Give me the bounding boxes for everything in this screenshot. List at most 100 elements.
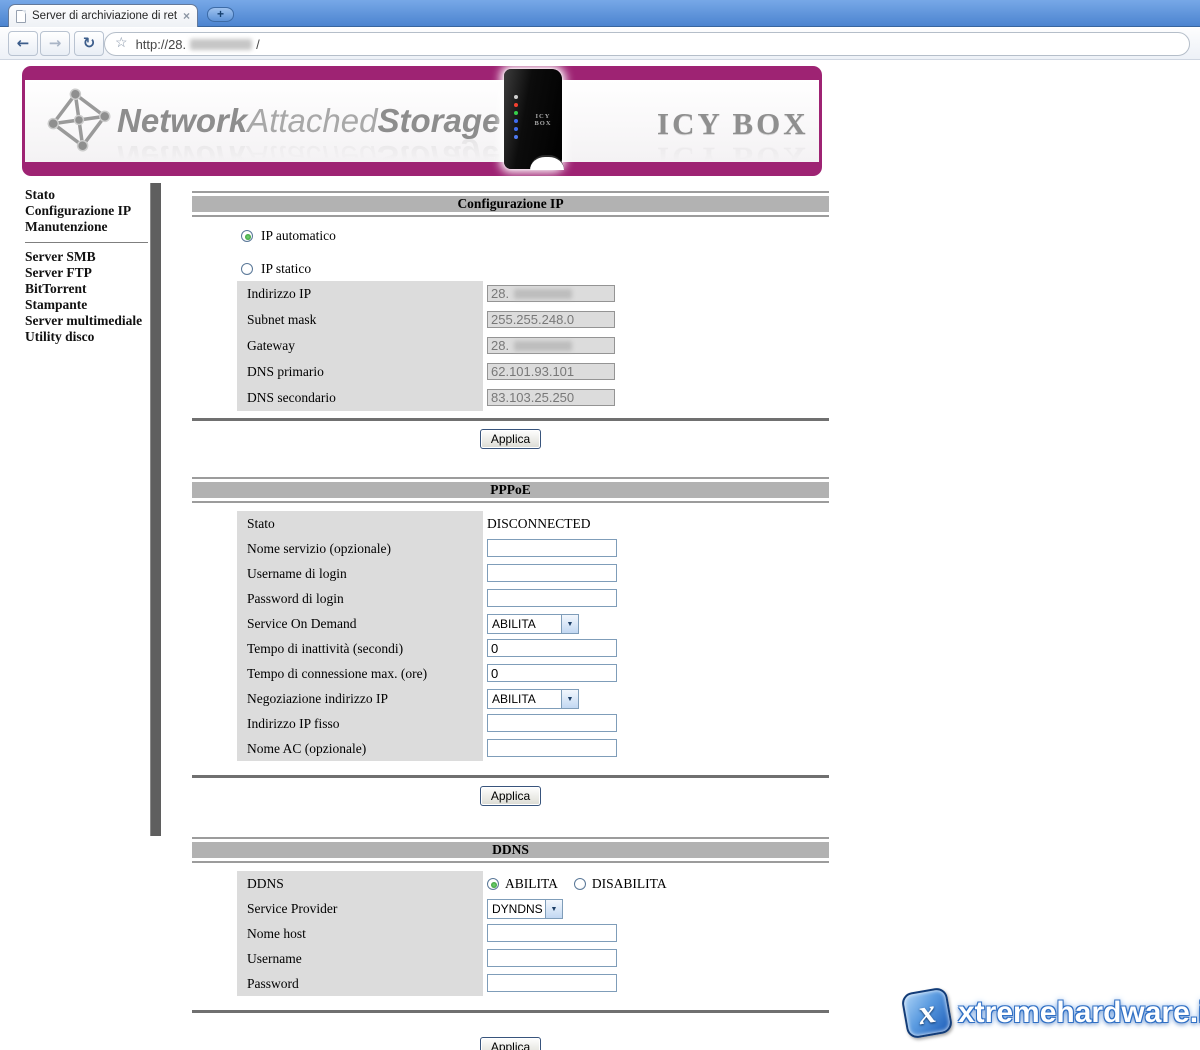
radio-unselected-icon[interactable] [241, 263, 253, 275]
xtremehardware-watermark: x xtremehardware.it [898, 986, 1198, 1046]
divider-line [192, 861, 829, 863]
browser-window: Server di archiviazione di ret... × + ← … [0, 0, 1200, 1050]
site-banner: NetworkAttachedStorage NetworkAttachedSt… [22, 66, 822, 176]
select-value: ABILITA [488, 690, 561, 708]
service-on-demand-select[interactable]: ABILITA▼ [487, 614, 579, 634]
table-row-username: Username [237, 946, 829, 971]
tempo-di-connessione-max-ore-input[interactable] [487, 664, 617, 682]
browser-toolbar: ← → ↻ ☆ http://28. / [0, 28, 1200, 60]
radio-ip-statico[interactable]: IP statico [241, 262, 829, 275]
led-icon [514, 135, 518, 139]
chevron-down-icon[interactable]: ▼ [561, 615, 578, 633]
row-label: Username di login [237, 561, 483, 586]
indirizzo-ip-fisso-input[interactable] [487, 714, 617, 732]
service-provider-select[interactable]: DYNDNS▼ [487, 899, 563, 919]
input-wrap [487, 311, 615, 329]
table-row-nome-host: Nome host [237, 921, 829, 946]
password-di-login-input[interactable] [487, 589, 617, 607]
sidebar-item-stampante[interactable]: Stampante [25, 297, 151, 313]
chevron-down-icon[interactable]: ▼ [561, 690, 578, 708]
row-label: Tempo di connessione max. (ore) [237, 661, 483, 686]
row-label: Nome host [237, 921, 483, 946]
watermark-text: xtremehardware.it [958, 996, 1200, 1030]
username-input[interactable] [487, 949, 617, 967]
input-wrap [487, 564, 617, 583]
row-label: Nome AC (opzionale) [237, 736, 483, 761]
icybox-logo-text: ICY BOX [657, 106, 809, 142]
device-stand-arch [530, 155, 564, 170]
dns-secondario-input [487, 389, 615, 406]
table-row-subnet-mask: Subnet mask [237, 307, 829, 333]
apply-row: Applica [192, 1037, 829, 1050]
select-value: DYNDNS [488, 900, 545, 918]
row-control [483, 946, 617, 971]
username-di-login-input[interactable] [487, 564, 617, 582]
negoziazione-indirizzo-ip-select[interactable]: ABILITA▼ [487, 689, 579, 709]
table-row-ddns: DDNSABILITADISABILITA [237, 871, 829, 896]
input-wrap [487, 389, 615, 407]
divider-line [192, 191, 829, 193]
banner-inner: NetworkAttachedStorage NetworkAttachedSt… [25, 80, 819, 162]
table-row-negoziazione-indirizzo-ip: Negoziazione indirizzo IPABILITA▼ [237, 686, 829, 711]
chevron-down-icon[interactable]: ▼ [545, 900, 562, 918]
radio-label-disabilita[interactable]: DISABILITA [592, 876, 667, 892]
back-button[interactable]: ← [8, 31, 38, 56]
forward-button[interactable]: → [40, 31, 70, 56]
bookmark-star-icon[interactable]: ☆ [115, 37, 128, 51]
sidebar-item-utility-disco[interactable]: Utility disco [25, 329, 151, 345]
row-label: DNS secondario [237, 385, 483, 411]
radio-selected-icon[interactable] [487, 878, 499, 890]
radio-selected-icon[interactable] [241, 230, 253, 242]
sidebar-item-server-ftp[interactable]: Server FTP [25, 265, 151, 281]
sidebar-item-configurazione-ip[interactable]: Configurazione IP [25, 203, 151, 219]
password-input[interactable] [487, 974, 617, 992]
sidebar-item-server-smb[interactable]: Server SMB [25, 249, 151, 265]
table-row-stato: StatoDISCONNECTED [237, 511, 829, 536]
table-row-tempo-di-connessione-max-ore: Tempo di connessione max. (ore) [237, 661, 829, 686]
url-text: http://28. / [136, 37, 260, 52]
sidebar-item-bittorrent[interactable]: BitTorrent [25, 281, 151, 297]
radio-label-abilita[interactable]: ABILITA [505, 876, 558, 892]
section-ddns: DDNS DDNSABILITADISABILITAService Provid… [192, 837, 829, 1050]
browser-tab[interactable]: Server di archiviazione di ret... × [8, 4, 198, 27]
sidebar-item-stato[interactable]: Stato [25, 187, 151, 203]
table-row-indirizzo-ip-fisso: Indirizzo IP fisso [237, 711, 829, 736]
row-control: DYNDNS▼ [483, 896, 563, 921]
row-control [483, 636, 617, 661]
sidebar-item-manutenzione[interactable]: Manutenzione [25, 219, 151, 235]
input-wrap [487, 363, 615, 381]
nome-servizio-opzionale-input[interactable] [487, 539, 617, 557]
row-control [483, 921, 617, 946]
section-pppoe: PPPoE StatoDISCONNECTEDNome servizio (op… [192, 477, 829, 806]
sidebar-item-server-multimediale[interactable]: Server multimediale [25, 313, 151, 329]
sidebar-divider [25, 242, 148, 243]
brand-title-reflection: NetworkAttachedStorage [117, 138, 500, 162]
apply-button-ddns[interactable]: Applica [480, 1037, 541, 1050]
row-control: ABILITA▼ [483, 611, 579, 636]
radio-ip-automatico[interactable]: IP automatico [241, 229, 829, 242]
tempo-di-inattivit-secondi-input[interactable] [487, 639, 617, 657]
table-row-dns-secondario: DNS secondario [237, 385, 829, 411]
row-label: Gateway [237, 333, 483, 359]
reload-button[interactable]: ↻ [74, 31, 104, 56]
apply-button-pppoe[interactable]: Applica [480, 786, 541, 806]
page-favicon-icon [16, 10, 26, 23]
address-bar[interactable]: ☆ http://28. / [104, 32, 1190, 56]
close-tab-icon[interactable]: × [183, 10, 190, 22]
table-row-service-provider: Service ProviderDYNDNS▼ [237, 896, 829, 921]
radio-unselected-icon[interactable] [574, 878, 586, 890]
input-wrap [487, 714, 617, 733]
frame-divider[interactable] [150, 183, 161, 836]
table-row-nome-servizio-opzionale: Nome servizio (opzionale) [237, 536, 829, 561]
table-row-password-di-login: Password di login [237, 586, 829, 611]
divider-line [192, 418, 829, 421]
new-tab-button[interactable]: + [207, 7, 234, 22]
nome-ac-opzionale-input[interactable] [487, 739, 617, 757]
apply-row: Applica [192, 786, 829, 806]
led-icon [514, 111, 518, 115]
row-label: Service On Demand [237, 611, 483, 636]
row-label: Negoziazione indirizzo IP [237, 686, 483, 711]
apply-button-ip[interactable]: Applica [480, 429, 541, 449]
nome-host-input[interactable] [487, 924, 617, 942]
brand-title: NetworkAttachedStorage [117, 102, 500, 140]
